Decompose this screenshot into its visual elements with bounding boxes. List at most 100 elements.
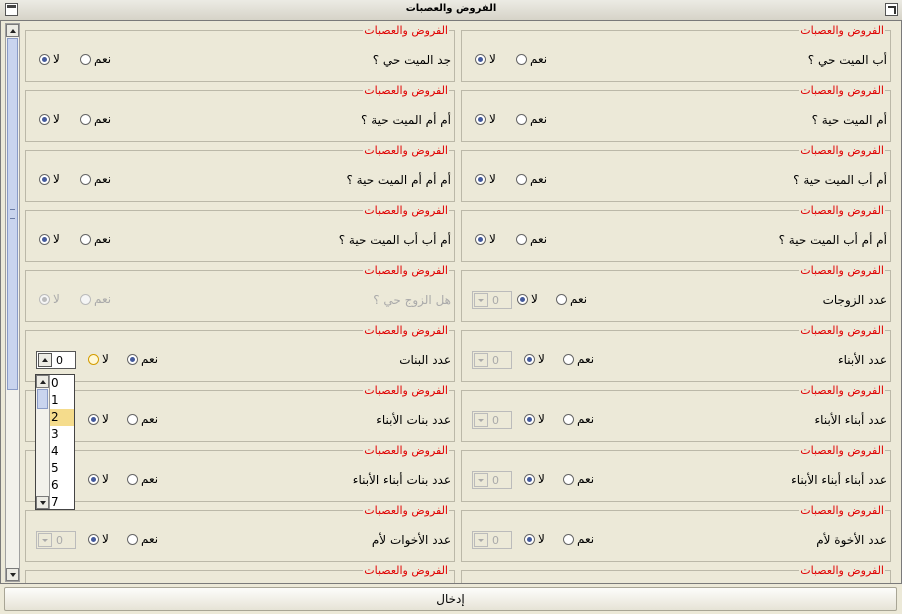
- radio-no[interactable]: لا: [39, 291, 60, 307]
- panel-legend: الفروض والعصبات: [363, 324, 449, 337]
- radio-yes[interactable]: نعم: [80, 111, 111, 127]
- dropdown-option[interactable]: 0: [50, 375, 74, 392]
- radio-yes[interactable]: نعم: [516, 51, 547, 67]
- count-spinner[interactable]: 0: [472, 351, 512, 369]
- radio-no[interactable]: لا: [524, 531, 545, 547]
- scroll-down-button[interactable]: [6, 568, 19, 581]
- radio-no[interactable]: لا: [39, 231, 60, 247]
- grip-icon: [10, 209, 15, 219]
- radio-no[interactable]: لا: [39, 111, 60, 127]
- radio-on-icon: [524, 353, 535, 365]
- radio-on-icon: [524, 473, 535, 485]
- radio-yes[interactable]: نعم: [516, 231, 547, 247]
- scroll-up-button[interactable]: [36, 375, 49, 388]
- radio-yes[interactable]: نعم: [80, 171, 111, 187]
- radio-no[interactable]: لا: [88, 411, 109, 427]
- count-spinner[interactable]: 0: [472, 411, 512, 429]
- radio-yes[interactable]: نعم: [556, 291, 587, 307]
- radio-yes[interactable]: نعم: [563, 471, 594, 487]
- chevron-down-icon[interactable]: [38, 533, 52, 547]
- count-spinner[interactable]: 0: [36, 531, 76, 549]
- panel-legend: الفروض والعصبات: [363, 24, 449, 37]
- radio-yes[interactable]: نعم: [127, 411, 158, 427]
- title-bar: الفروض والعصبات: [0, 0, 902, 21]
- window-menu-icon[interactable]: [5, 3, 18, 16]
- radio-yes[interactable]: نعم: [80, 231, 111, 247]
- radio-no[interactable]: لا: [88, 351, 109, 367]
- dropdown-option[interactable]: 6: [50, 477, 74, 494]
- panel-mother-alive: الفروض والعصبات أم الميت حية ؟ نعم لا: [461, 84, 891, 142]
- radio-off-icon: [127, 473, 138, 485]
- panel-legend: الفروض والعصبات: [363, 564, 449, 577]
- panel-legend: الفروض والعصبات: [799, 324, 885, 337]
- radio-off-icon: [88, 353, 99, 365]
- radio-yes[interactable]: نعم: [516, 111, 547, 127]
- dropdown-option[interactable]: 3: [50, 426, 74, 443]
- window-title: الفروض والعصبات: [405, 3, 497, 14]
- radio-no[interactable]: لا: [88, 471, 109, 487]
- dropdown-option[interactable]: 1: [50, 392, 74, 409]
- radio-no[interactable]: لا: [524, 351, 545, 367]
- radio-yes[interactable]: نعم: [127, 471, 158, 487]
- panel-daughters-count: الفروض والعصبات عدد البنات نعم لا 0: [25, 324, 455, 382]
- radio-no[interactable]: لا: [475, 111, 496, 127]
- panel-legend: الفروض والعصبات: [799, 264, 885, 277]
- radio-no[interactable]: لا: [475, 231, 496, 247]
- chevron-down-icon[interactable]: [474, 533, 488, 547]
- scroll-thumb[interactable]: [37, 389, 48, 409]
- chevron-down-icon[interactable]: [474, 293, 488, 307]
- chevron-down-icon[interactable]: [474, 473, 488, 487]
- radio-yes[interactable]: نعم: [80, 291, 111, 307]
- dropdown-scrollbar[interactable]: [36, 375, 50, 509]
- radio-yes[interactable]: نعم: [516, 171, 547, 187]
- radio-off-icon: [563, 413, 574, 425]
- dropdown-option[interactable]: 7: [50, 494, 74, 511]
- count-spinner[interactable]: 0: [472, 291, 512, 309]
- radio-off-icon: [563, 533, 574, 545]
- count-spinner[interactable]: 0: [472, 531, 512, 549]
- dropdown-option[interactable]: 5: [50, 460, 74, 477]
- count-dropdown-list[interactable]: 0 1 2 3 4 5 6 7: [35, 374, 75, 510]
- radio-no[interactable]: لا: [475, 171, 496, 187]
- panel-legend: الفروض والعصبات: [799, 564, 885, 577]
- scroll-up-button[interactable]: [6, 24, 19, 37]
- radio-yes[interactable]: نعم: [563, 531, 594, 547]
- radio-no[interactable]: لا: [517, 291, 538, 307]
- radio-off-icon: [80, 113, 91, 125]
- radio-no[interactable]: لا: [39, 51, 60, 67]
- chevron-down-icon: [40, 501, 46, 505]
- radio-yes[interactable]: نعم: [563, 411, 594, 427]
- scroll-thumb[interactable]: [7, 38, 18, 390]
- panel-husband-alive: الفروض والعصبات هل الزوج حي ؟ نعم لا: [25, 264, 455, 322]
- vertical-scrollbar[interactable]: [5, 23, 20, 582]
- count-spinner[interactable]: 0: [472, 471, 512, 489]
- radio-no[interactable]: لا: [524, 471, 545, 487]
- panel-fathers-mother-alive: الفروض والعصبات أم أب الميت حية ؟ نعم لا: [461, 144, 891, 202]
- question-label: هل الزوج حي ؟: [373, 293, 451, 307]
- chevron-down-icon[interactable]: [474, 353, 488, 367]
- scroll-down-button[interactable]: [36, 496, 49, 509]
- dropdown-option[interactable]: 4: [50, 443, 74, 460]
- dropdown-option-selected[interactable]: 2: [50, 409, 74, 426]
- panel-legend: الفروض والعصبات: [799, 504, 885, 517]
- panel-legend: الفروض والعصبات: [799, 84, 885, 97]
- question-label: عدد بنات أبناء الأبناء: [352, 473, 451, 487]
- question-label: جد الميت حي ؟: [372, 53, 451, 67]
- radio-no[interactable]: لا: [88, 531, 109, 547]
- radio-yes[interactable]: نعم: [80, 51, 111, 67]
- radio-no[interactable]: لا: [524, 411, 545, 427]
- chevron-up-icon[interactable]: [38, 353, 52, 367]
- chevron-down-icon[interactable]: [474, 413, 488, 427]
- radio-yes[interactable]: نعم: [127, 531, 158, 547]
- radio-no[interactable]: لا: [475, 51, 496, 67]
- radio-on-icon: [88, 473, 99, 485]
- panel-wives-count: الفروض والعصبات عدد الزوجات نعم لا 0: [461, 264, 891, 322]
- radio-no[interactable]: لا: [39, 171, 60, 187]
- enter-button[interactable]: إدخال: [4, 587, 897, 611]
- panel-sons-count: الفروض والعصبات عدد الأبناء نعم لا 0: [461, 324, 891, 382]
- panel-granddaughters-count: الفروض والعصبات عدد بنات الأبناء نعم لا: [25, 384, 455, 442]
- panel-maternal-brothers-count: الفروض والعصبات عدد الأخوة لأم نعم لا 0: [461, 504, 891, 562]
- count-spinner[interactable]: 0: [36, 351, 76, 369]
- radio-yes[interactable]: نعم: [563, 351, 594, 367]
- radio-yes[interactable]: نعم: [127, 351, 158, 367]
